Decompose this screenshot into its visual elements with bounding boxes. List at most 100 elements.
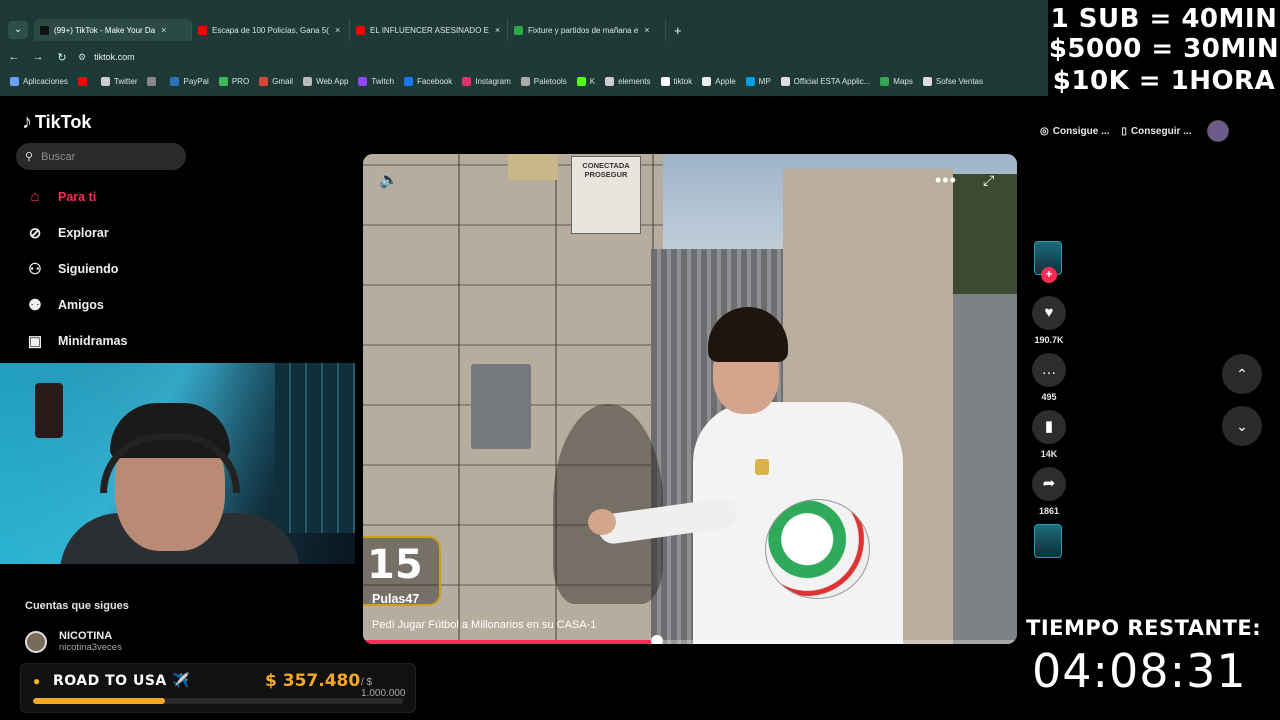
browser-tab[interactable]: (99+) TikTok - Make Your Da × [34, 19, 192, 41]
get-app-button[interactable]: ▯ Conseguir ... [1121, 126, 1191, 137]
profile-avatar[interactable] [1207, 120, 1230, 142]
bookmark-item[interactable]: Aplicaciones [10, 76, 68, 86]
bookmark-item[interactable]: Instagram [462, 76, 511, 86]
film-icon: ▣ [27, 333, 43, 350]
bookmark-icon[interactable]: ▮ [1032, 410, 1066, 444]
fullscreen-icon[interactable]: ⤢ [983, 172, 994, 189]
bookmark-item[interactable]: K [576, 76, 596, 86]
following-account-item[interactable]: NICOTINA nicotina3veces [25, 630, 122, 653]
nav-item-explorar[interactable]: ⊘ Explorar [25, 224, 109, 242]
like-action[interactable]: ♥ 190.7K [1019, 296, 1079, 345]
bookmark-item[interactable]: Twitter [100, 76, 137, 86]
bookmark-item[interactable]: Paletools [520, 76, 567, 86]
bookmark-item[interactable]: Facebook [404, 76, 452, 86]
nav-item-siguiendo[interactable]: ⚇ Siguiendo [25, 260, 118, 278]
phone-icon: ▯ [1121, 125, 1127, 137]
donation-goal-widget: ● ROAD TO USA ✈️ $ 357.480 / $ 1.000.000 [20, 663, 416, 713]
bookmark-favicon-icon [303, 76, 313, 86]
tab-search-button[interactable]: ⌄ [8, 21, 28, 39]
bookmark-item[interactable]: PRO [218, 76, 250, 86]
video-progress-handle[interactable] [651, 635, 664, 644]
bookmark-item[interactable]: Maps [880, 76, 913, 86]
bookmark-label: K [589, 76, 596, 86]
bookmark-item[interactable]: MP [745, 76, 771, 86]
save-action[interactable]: ▮ 14K [1019, 410, 1079, 459]
new-tab-button[interactable]: + [674, 23, 682, 38]
back-button[interactable]: ← [4, 51, 24, 63]
webcam-window [275, 363, 355, 533]
tab-favicon-icon [514, 25, 523, 35]
bookmark-item[interactable]: Gmail [259, 76, 293, 86]
volume-icon[interactable]: 🔈 [379, 170, 399, 190]
nav-label: Para ti [58, 189, 97, 204]
comment-action[interactable]: … 495 [1019, 353, 1079, 402]
tab-close-icon[interactable]: × [335, 25, 340, 35]
bookmark-item[interactable]: PayPal [170, 76, 209, 86]
comment-icon[interactable]: … [1032, 353, 1066, 387]
bookmark-item[interactable] [77, 76, 91, 86]
get-coins-button[interactable]: ◎ Consigue ... [1040, 126, 1109, 137]
tab-close-icon[interactable]: × [495, 25, 500, 35]
bookmark-item[interactable] [147, 76, 160, 86]
bookmark-label: PRO [231, 76, 250, 86]
search-input[interactable]: ⚲ Buscar [16, 143, 186, 170]
bookmark-favicon-icon [358, 76, 368, 86]
bookmark-label: Twitch [371, 76, 395, 86]
video-player[interactable]: CONECTADA PROSEGUR 🔈 ••• ⤢ 15 Pulas47 Pe… [363, 154, 1017, 644]
share-action[interactable]: ➦ 1861 [1019, 467, 1079, 516]
heart-icon[interactable]: ♥ [1032, 296, 1066, 330]
nav-label: Minidramas [58, 334, 128, 348]
get-coins-label: Consigue ... [1052, 125, 1110, 137]
reload-button[interactable]: ↻ [52, 51, 72, 64]
bookmark-item[interactable]: elements [605, 76, 651, 86]
follow-plus-icon[interactable]: + [1041, 267, 1057, 283]
search-placeholder: Buscar [41, 150, 76, 163]
bookmark-item[interactable]: Twitch [358, 76, 395, 86]
nav-item-amigos[interactable]: ⚉ Amigos [25, 296, 104, 314]
forward-button[interactable]: → [28, 51, 48, 63]
bookmark-item[interactable]: Web App [303, 76, 348, 86]
bookmark-favicon-icon [77, 76, 87, 86]
timer-label: TIEMPO RESTANTE: [1026, 616, 1262, 640]
video-shadow [553, 404, 663, 604]
save-count: 14K [1040, 449, 1058, 459]
bookmark-favicon-icon [147, 76, 157, 86]
address-bar[interactable]: ⚙ tiktok.com [78, 52, 135, 63]
video-progress-track[interactable] [363, 640, 1017, 644]
music-disc-icon[interactable] [1034, 524, 1062, 558]
tab-close-icon[interactable]: × [644, 25, 649, 35]
nav-item-para-ti[interactable]: ⌂ Para ti [25, 188, 96, 205]
friends-icon: ⚉ [28, 297, 42, 314]
webcam-jersey [35, 383, 63, 438]
tab-title: (99+) TikTok - Make Your Da [54, 25, 156, 35]
bookmark-favicon-icon [576, 76, 586, 86]
browser-tab[interactable]: Fixture y partidos de mañana e × [508, 19, 666, 41]
goal-target: / $ 1.000.000 [361, 677, 406, 699]
next-video-button[interactable]: ⌄ [1222, 406, 1262, 446]
bookmark-favicon-icon [462, 76, 472, 86]
streamer-webcam [0, 363, 355, 564]
compass-icon: ⊘ [28, 225, 42, 242]
bookmark-item[interactable]: Sofse Ventas [922, 76, 984, 86]
tiktok-logo[interactable]: ♪ TikTok [22, 111, 91, 134]
share-icon[interactable]: ➦ [1032, 467, 1066, 501]
site-info-icon[interactable]: ⚙ [78, 52, 86, 63]
more-options-icon[interactable]: ••• [935, 170, 957, 191]
bookmark-label: Sofse Ventas [935, 76, 984, 86]
bookmark-item[interactable]: Apple [702, 76, 736, 86]
tab-close-icon[interactable]: × [161, 25, 166, 35]
bookmark-item[interactable]: tiktok [660, 76, 692, 86]
bookmark-item[interactable]: Official ESTA Applic... [780, 76, 870, 86]
bookmark-label: Apple [715, 76, 736, 86]
tab-title: Escapa de 100 Policías, Gana 5( [212, 25, 329, 35]
nav-label: Siguiendo [58, 262, 119, 276]
video-username[interactable]: Pulas47 [372, 592, 419, 606]
bookmark-favicon-icon [170, 76, 180, 86]
bookmark-label: Aplicaciones [23, 76, 68, 86]
browser-tab[interactable]: EL INFLUENCER ASESINADO E × [350, 19, 508, 41]
nav-item-minidramas[interactable]: ▣ Minidramas [25, 332, 128, 350]
coin-icon: ◎ [1040, 125, 1049, 137]
home-icon: ⌂ [30, 188, 40, 205]
previous-video-button[interactable]: ⌃ [1222, 354, 1262, 394]
browser-tab[interactable]: Escapa de 100 Policías, Gana 5( × [192, 19, 350, 41]
